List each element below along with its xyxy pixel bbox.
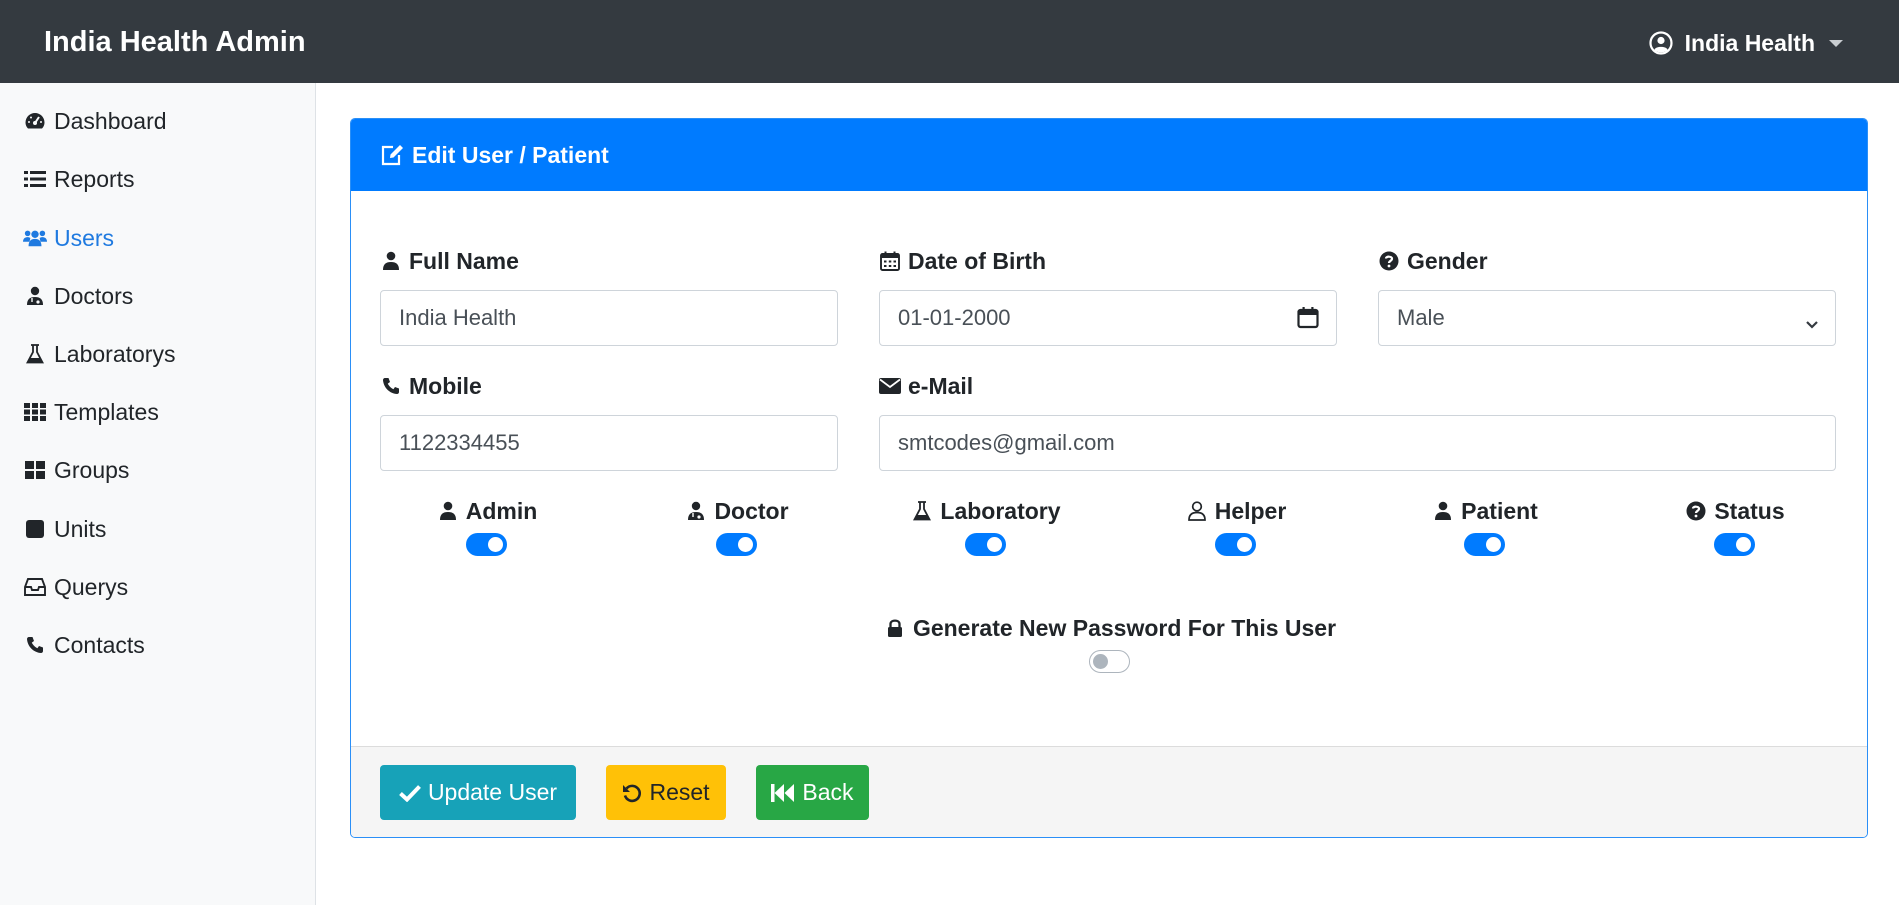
phone-icon (380, 375, 402, 397)
role-status-label: Status (1655, 496, 1815, 526)
sidebar-item-label: Units (54, 515, 107, 542)
role-laboratory: Laboratory (906, 496, 1066, 556)
sidebar-item-label: Laboratorys (54, 340, 176, 367)
full-name-input[interactable]: India Health (380, 290, 838, 346)
edit-icon (381, 145, 403, 166)
chevron-down-icon (1805, 311, 1819, 337)
sidebar-item-users[interactable]: Users (23, 218, 114, 258)
role-helper-label: Helper (1156, 496, 1316, 526)
role-admin: Admin (407, 496, 567, 556)
app-title[interactable]: India Health Admin (44, 22, 306, 62)
user-icon (380, 250, 402, 272)
user-md-icon (23, 284, 47, 308)
dob-label: Date of Birth (879, 246, 1046, 276)
check-icon (399, 784, 421, 802)
sidebar: Dashboard Reports Users Doctors Laborato… (0, 83, 316, 905)
list-icon (23, 167, 47, 191)
generate-password-toggle[interactable] (1089, 650, 1130, 673)
laboratory-toggle[interactable] (965, 533, 1006, 556)
sidebar-item-label: Reports (54, 165, 135, 192)
flask-icon (23, 342, 47, 366)
role-laboratory-label: Laboratory (906, 496, 1066, 526)
card-title: Edit User / Patient (412, 141, 609, 168)
sidebar-item-label: Groups (54, 456, 130, 483)
sidebar-item-laboratorys[interactable]: Laboratorys (23, 334, 175, 374)
gender-select[interactable]: Male (1378, 290, 1836, 346)
sidebar-item-templates[interactable]: Templates (23, 392, 159, 432)
helper-toggle[interactable] (1215, 533, 1256, 556)
patient-toggle[interactable] (1464, 533, 1505, 556)
edit-user-card: Edit User / Patient Full Name India Heal… (350, 118, 1868, 838)
square-icon (23, 517, 47, 541)
user-icon (437, 500, 459, 522)
role-helper: Helper (1156, 496, 1316, 556)
admin-toggle[interactable] (466, 533, 507, 556)
calendar-picker-icon[interactable] (1296, 306, 1320, 336)
sidebar-item-doctors[interactable]: Doctors (23, 276, 133, 316)
sidebar-item-label: Users (54, 224, 115, 251)
th-icon (23, 400, 47, 424)
update-user-button[interactable]: Update User (380, 765, 576, 820)
gender-selected-value: Male (1397, 305, 1445, 330)
role-doctor-label: Doctor (657, 496, 817, 526)
backward-icon (771, 783, 795, 802)
user-icon (1432, 500, 1454, 522)
mobile-label: Mobile (380, 371, 482, 401)
sidebar-item-groups[interactable]: Groups (23, 450, 129, 490)
dob-input[interactable]: 01-01-2000 (879, 290, 1337, 346)
undo-icon (623, 784, 642, 802)
flask-icon (911, 500, 933, 522)
role-status: Status (1655, 496, 1815, 556)
th-large-icon (23, 458, 47, 482)
sidebar-item-contacts[interactable]: Contacts (23, 625, 145, 665)
user-circle-icon (1649, 31, 1673, 55)
envelope-icon (879, 375, 901, 397)
gender-label: Gender (1378, 246, 1488, 276)
user-outline-icon (1186, 500, 1208, 522)
user-menu-toggle[interactable]: India Health (1649, 23, 1843, 63)
role-patient: Patient (1405, 496, 1565, 556)
password-label: Generate New Password For This User (810, 613, 1410, 643)
password-section: Generate New Password For This User (810, 613, 1410, 673)
sidebar-item-reports[interactable]: Reports (23, 159, 135, 199)
role-admin-label: Admin (407, 496, 567, 526)
inbox-icon (23, 575, 47, 599)
status-toggle[interactable] (1714, 533, 1755, 556)
sidebar-item-label: Doctors (54, 282, 134, 309)
doctor-toggle[interactable] (716, 533, 757, 556)
card-header: Edit User / Patient (351, 119, 1867, 191)
sidebar-item-dashboard[interactable]: Dashboard (23, 101, 167, 141)
sidebar-item-label: Querys (54, 573, 129, 600)
dob-value: 01-01-2000 (898, 305, 1011, 330)
question-circle-icon (1685, 500, 1707, 522)
sidebar-item-label: Dashboard (54, 107, 167, 134)
full-name-label: Full Name (380, 246, 519, 276)
mobile-input[interactable]: 1122334455 (380, 415, 838, 471)
tachometer-icon (23, 109, 47, 133)
email-input[interactable]: smtcodes@gmail.com (879, 415, 1836, 471)
role-doctor: Doctor (657, 496, 817, 556)
user-md-icon (685, 500, 707, 522)
role-patient-label: Patient (1405, 496, 1565, 526)
reset-button[interactable]: Reset (606, 765, 726, 820)
lock-icon (884, 617, 906, 639)
phone-icon (23, 633, 47, 657)
back-button[interactable]: Back (756, 765, 869, 820)
sidebar-item-label: Templates (54, 398, 159, 425)
user-menu-name: India Health (1684, 29, 1815, 56)
calendar-icon (879, 250, 901, 272)
question-circle-icon (1378, 250, 1400, 272)
chevron-down-icon (1829, 39, 1843, 47)
top-navbar: India Health Admin India Health (0, 0, 1899, 83)
sidebar-item-units[interactable]: Units (23, 509, 106, 549)
users-icon (23, 226, 47, 250)
sidebar-item-label: Contacts (54, 631, 145, 658)
card-footer: Update User Reset Back (351, 746, 1867, 837)
sidebar-item-querys[interactable]: Querys (23, 567, 128, 607)
email-label: e-Mail (879, 371, 973, 401)
